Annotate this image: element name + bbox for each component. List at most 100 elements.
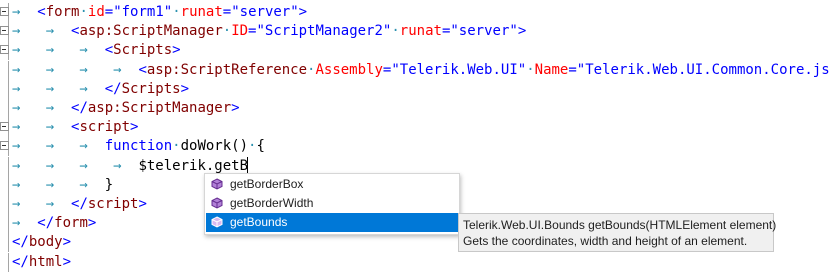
code-text: → → → } bbox=[12, 177, 113, 194]
code-token: $telerik.getB bbox=[138, 157, 249, 174]
code-text: → → → <Scripts> bbox=[12, 42, 181, 59]
code-token: → → bbox=[12, 119, 72, 136]
code-text: → → <script> bbox=[12, 119, 138, 136]
code-token: asp:ScriptManager bbox=[87, 100, 232, 116]
code-token: asp:ScriptReference bbox=[146, 61, 308, 78]
completion-item-getborderbox[interactable]: getBorderBox bbox=[206, 175, 458, 194]
code-token: "server" bbox=[231, 4, 299, 20]
code-token: asp:ScriptManager bbox=[79, 23, 223, 40]
outline-margin bbox=[0, 252, 9, 272]
code-token: "ScriptManager2" bbox=[256, 23, 392, 40]
outline-margin bbox=[0, 99, 9, 118]
code-token: · bbox=[172, 138, 181, 155]
code-token: "Telerik.Web.UI.Common.Core.js" bbox=[576, 61, 829, 78]
code-token: → → bbox=[12, 23, 72, 40]
outline-margin bbox=[0, 175, 9, 195]
code-text: → </form> bbox=[12, 215, 96, 232]
code-token: </ bbox=[12, 253, 29, 270]
code-line[interactable]: </html> bbox=[0, 252, 829, 272]
quick-info-tooltip: Telerik.Web.UI.Bounds getBounds(HTMLElem… bbox=[458, 213, 777, 252]
code-line[interactable]: → → <script> bbox=[0, 118, 829, 138]
method-cube-icon bbox=[211, 216, 223, 228]
code-token: > bbox=[298, 4, 308, 20]
code-token: · bbox=[222, 23, 232, 40]
code-token: </ bbox=[71, 100, 88, 116]
code-token: </ bbox=[71, 196, 88, 212]
collapse-toggle-icon[interactable] bbox=[0, 122, 9, 132]
code-token: script bbox=[79, 119, 131, 136]
completion-item-getborderwidth[interactable]: getBorderWidth bbox=[206, 194, 458, 213]
completion-item-getbounds[interactable]: getBounds bbox=[206, 213, 458, 232]
collapse-toggle-icon[interactable] bbox=[0, 26, 9, 36]
tooltip-signature: Telerik.Web.UI.Bounds getBounds(HTMLElem… bbox=[463, 218, 777, 232]
code-text: → → → → <asp:ScriptReference·Assembly="T… bbox=[12, 62, 829, 79]
code-token: form bbox=[45, 4, 80, 20]
code-token: ID bbox=[231, 23, 249, 40]
code-token: Scripts bbox=[121, 80, 181, 97]
code-token: < bbox=[104, 42, 114, 59]
code-token: { bbox=[256, 138, 265, 155]
method-cube-icon bbox=[211, 197, 223, 209]
code-text: </body> bbox=[12, 234, 71, 251]
code-token: > bbox=[517, 23, 527, 40]
code-token: body bbox=[28, 234, 63, 251]
code-token: → → → → bbox=[12, 157, 139, 174]
code-token: · bbox=[172, 4, 181, 20]
code-token: → → bbox=[12, 100, 72, 116]
code-token: > bbox=[62, 253, 72, 270]
code-text: → → → function·doWork()·{ bbox=[12, 138, 265, 155]
method-cube-icon bbox=[211, 178, 223, 190]
code-token: → → → bbox=[12, 138, 105, 155]
outline-margin bbox=[0, 214, 9, 234]
collapse-toggle-icon[interactable] bbox=[0, 141, 9, 151]
code-token: > bbox=[138, 196, 147, 212]
code-token: Assembly bbox=[315, 61, 383, 78]
code-token: → bbox=[12, 215, 38, 232]
code-token: = bbox=[222, 4, 232, 20]
code-text: → → <asp:ScriptManager·ID="ScriptManager… bbox=[12, 23, 526, 40]
code-text: → → → </Scripts> bbox=[12, 81, 189, 98]
code-token: < bbox=[37, 4, 46, 20]
code-token: → → → bbox=[12, 80, 105, 97]
code-token: html bbox=[28, 253, 63, 270]
code-token: </ bbox=[104, 80, 122, 97]
outline-margin bbox=[0, 60, 9, 80]
code-token: > bbox=[87, 215, 97, 232]
code-token: "server" bbox=[450, 23, 518, 40]
code-token: → → → bbox=[12, 176, 105, 193]
code-line[interactable]: → <form·id="form1"·runat="server"> bbox=[0, 3, 829, 22]
code-token: </ bbox=[37, 215, 55, 232]
code-token: doWork() bbox=[180, 138, 249, 155]
code-line[interactable]: → → → <Scripts> bbox=[0, 41, 829, 61]
code-line[interactable]: → → → → <asp:ScriptReference·Assembly="T… bbox=[0, 60, 829, 80]
code-token: → → bbox=[12, 196, 72, 212]
code-token: Scripts bbox=[113, 42, 173, 59]
collapse-toggle-icon[interactable] bbox=[0, 7, 9, 16]
tooltip-description: Gets the coordinates, width and height o… bbox=[463, 234, 748, 248]
code-token: · bbox=[526, 61, 535, 78]
code-token: runat bbox=[180, 4, 223, 20]
code-line[interactable]: → → → </Scripts> bbox=[0, 79, 829, 99]
collapse-toggle-icon[interactable] bbox=[0, 45, 9, 55]
completion-label: getBorderBox bbox=[230, 177, 304, 191]
code-text: → → </asp:ScriptManager> bbox=[12, 100, 240, 117]
code-token: "Telerik.Web.UI" bbox=[391, 61, 527, 78]
outline-margin bbox=[0, 156, 9, 176]
code-token: function bbox=[104, 138, 173, 155]
code-token: > bbox=[231, 100, 240, 116]
outline-margin bbox=[0, 195, 9, 214]
code-token: → bbox=[12, 4, 38, 20]
code-token: → → → bbox=[12, 42, 105, 59]
code-text: → <form·id="form1"·runat="server"> bbox=[12, 4, 307, 21]
code-token: </ bbox=[12, 234, 29, 251]
code-token: } bbox=[104, 176, 114, 193]
code-line[interactable]: → → </asp:ScriptManager> bbox=[0, 99, 829, 118]
intellisense-list[interactable]: getBorderBox getBorderWidth getBounds bbox=[204, 173, 460, 235]
code-line[interactable]: → → <asp:ScriptManager·ID="ScriptManager… bbox=[0, 22, 829, 42]
completion-label: getBounds bbox=[230, 215, 288, 229]
code-token: · bbox=[79, 4, 88, 20]
code-token: = bbox=[568, 61, 577, 78]
code-token: = bbox=[104, 4, 114, 20]
code-line[interactable]: → → → function·doWork()·{ bbox=[0, 137, 829, 157]
code-token: runat bbox=[399, 23, 442, 40]
